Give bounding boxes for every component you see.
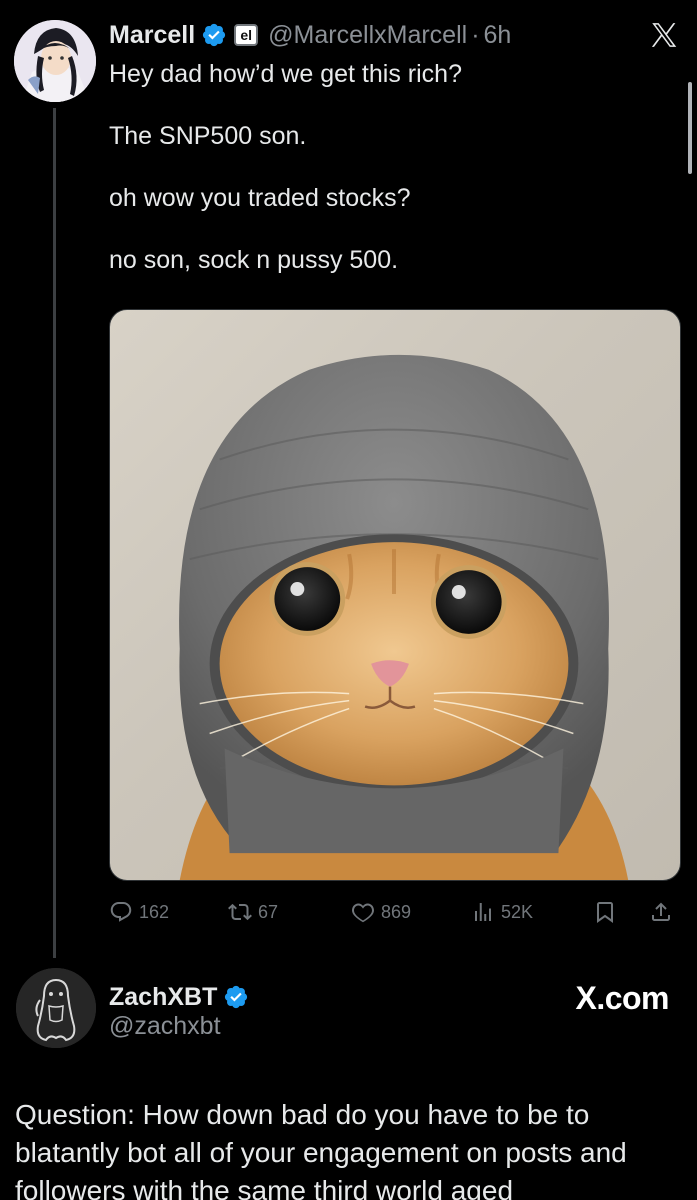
tweet-text: Question: How down bad do you have to be… [15,1099,627,1200]
share-button[interactable] [649,896,673,928]
tweet-text-line: The SNP500 son. [109,122,307,150]
timestamp[interactable]: 6h [484,21,512,50]
share-icon [652,902,670,921]
x-com-brand-label: X.com [575,980,669,1016]
screenshot-page: Marcell el @MarcellxMarcell · 6h Hey dad… [0,0,697,1200]
tweet-header: ZachXBT [109,980,249,1014]
views-button[interactable]: 52K [471,896,533,928]
reply-icon [110,902,132,922]
tweet-action-bar: 162 67 869 52K [109,896,681,928]
views-count: 52K [501,901,534,922]
affiliate-badge: el [234,24,259,46]
tweet-text-line: Hey dad how’d we get this rich? [109,60,462,88]
tweet-text-line: no son, sock n pussy 500. [109,246,399,274]
repost-icon [228,903,252,921]
tweet-zachxbt[interactable]: ZachXBT @zachxbt X.com Question: How dow… [0,960,697,1200]
avatar[interactable] [16,968,96,1048]
reply-count: 162 [139,901,170,922]
repost-count: 67 [258,901,279,922]
tweet-text-line: oh wow you traded stocks? [109,184,411,212]
tweet-text: Hey dad how’d we get this rich? The SNP5… [109,58,669,276]
bookmark-button[interactable] [593,896,617,928]
cat-in-beanie-photo [179,354,629,880]
like-count: 869 [381,901,412,922]
x-logo-icon [648,20,680,50]
tweet-media-image[interactable] [109,309,681,881]
author-handle[interactable]: @MarcellxMarcell [268,21,467,50]
author-handle[interactable]: @zachxbt [109,1012,221,1041]
like-button[interactable]: 869 [351,896,411,928]
bookmark-icon [597,902,613,923]
avatar[interactable] [14,20,96,102]
author-name[interactable]: Marcell [109,21,195,50]
heart-icon [352,903,374,923]
author-name[interactable]: ZachXBT [109,983,217,1012]
verified-badge-icon [223,984,249,1010]
thread-connector-line [53,108,56,958]
reply-button[interactable]: 162 [109,896,169,928]
tweet-marcell[interactable]: Marcell el @MarcellxMarcell · 6h Hey dad… [0,0,697,960]
verified-badge-icon [201,22,227,48]
views-icon [475,903,491,921]
separator-dot: · [471,20,480,49]
repost-button[interactable]: 67 [228,896,278,928]
tweet-header: Marcell el @MarcellxMarcell · 6h [109,18,511,52]
